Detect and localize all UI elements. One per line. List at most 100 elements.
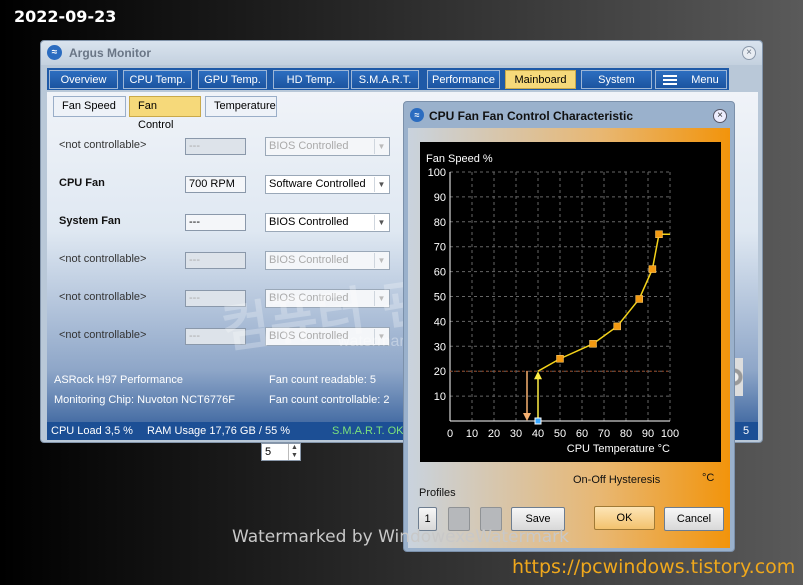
chevron-down-icon[interactable]: ▼ <box>374 177 388 192</box>
hysteresis-spinner[interactable]: 5 ▲ ▼ <box>261 443 301 461</box>
tab-gpu-temp[interactable]: GPU Temp. <box>198 70 267 89</box>
fan-mode-select[interactable]: BIOS Controlled ▼ <box>265 213 390 232</box>
tab-mainboard[interactable]: Mainboard <box>505 70 576 89</box>
tab-cpu-temp[interactable]: CPU Temp. <box>123 70 192 89</box>
x-tick-label: 70 <box>598 428 610 440</box>
tab-menu[interactable]: Menu <box>655 70 727 89</box>
x-tick-label: 10 <box>466 428 478 440</box>
fan-mode-value: Software Controlled <box>269 178 366 190</box>
fan-mode-select: BIOS Controlled ▼ <box>265 327 390 346</box>
tab-overview[interactable]: Overview <box>49 70 118 89</box>
chevron-down-icon: ▼ <box>374 253 388 268</box>
cpu-load: CPU Load 3,5 % <box>51 425 133 437</box>
fan-mode-value: BIOS Controlled <box>269 254 349 266</box>
dialog-body: 0 10 20 30 40 50 60 70 80 90 100 10 20 30 40 50 60 70 80 90… <box>408 128 730 548</box>
hysteresis-unit: °C <box>702 472 715 484</box>
x-tick-label: 0 <box>447 428 453 440</box>
hysteresis-label: On-Off Hysteresis <box>573 474 661 486</box>
x-tick-label: 60 <box>576 428 588 440</box>
fan-label: <not controllable> <box>59 329 147 341</box>
x-tick-label: 30 <box>510 428 522 440</box>
status-tail: 5 <box>743 425 750 437</box>
fan-mode-select[interactable]: Software Controlled ▼ <box>265 175 390 194</box>
profiles-label: Profiles <box>419 487 456 499</box>
fan-label: <not controllable> <box>59 139 147 151</box>
argus-logo-icon: ≈ <box>47 45 62 60</box>
fan-rpm-field: --- <box>185 328 246 345</box>
smart-status: S.M.A.R.T. OK <box>332 425 404 437</box>
x-axis-label: CPU Temperature °C <box>567 443 670 455</box>
x-tick-label: 20 <box>488 428 500 440</box>
menu-label: Menu <box>691 74 719 86</box>
title-bar[interactable]: ≈ Argus Monitor × <box>41 41 762 65</box>
y-tick-label: 90 <box>434 192 446 204</box>
fan-mode-select: BIOS Controlled ▼ <box>265 289 390 308</box>
current-point-marker <box>534 417 542 425</box>
dialog-title: CPU Fan Fan Control Characteristic <box>429 109 634 123</box>
x-tick-label: 80 <box>620 428 632 440</box>
x-tick-label: 40 <box>532 428 544 440</box>
y-tick-label: 10 <box>434 391 446 403</box>
fan-rpm-field: 700 RPM <box>185 176 246 193</box>
hysteresis-up-arrow <box>534 371 542 380</box>
fan-label: System Fan <box>59 215 121 227</box>
fan-mode-value: BIOS Controlled <box>269 292 349 304</box>
main-tab-bar: Overview CPU Temp. GPU Temp. HD Temp. S.… <box>47 68 729 90</box>
curve-point <box>655 230 663 238</box>
window-title: Argus Monitor <box>69 46 151 60</box>
fan-mode-value: BIOS Controlled <box>269 330 349 342</box>
argus-logo-icon: ≈ <box>410 108 424 122</box>
y-tick-label: 60 <box>434 267 446 279</box>
fan-rpm-field: --- <box>185 138 246 155</box>
date-stamp: 2022-09-23 <box>14 7 117 26</box>
close-icon[interactable]: × <box>713 109 727 123</box>
subtab-fan-speed[interactable]: Fan Speed <box>53 96 126 117</box>
y-tick-label: 70 <box>434 242 446 254</box>
fan-curve-svg[interactable]: 0 10 20 30 40 50 60 70 80 90 100 10 20 30 40 50 60 70 80 90… <box>420 142 721 462</box>
curve-point <box>613 322 621 331</box>
y-tick-label: 80 <box>434 217 446 229</box>
menu-icon <box>663 75 678 86</box>
tab-performance[interactable]: Performance <box>427 70 500 89</box>
tab-smart[interactable]: S.M.A.R.T. <box>351 70 419 89</box>
ok-button[interactable]: OK <box>594 506 655 530</box>
fan-rpm-field: --- <box>185 214 246 231</box>
ram-usage: RAM Usage 17,76 GB / 55 % <box>147 425 291 437</box>
curve-point <box>635 295 643 303</box>
fan-curve-line <box>537 233 670 372</box>
monitoring-chip: Monitoring Chip: Nuvoton NCT6776F <box>54 394 235 406</box>
fan-curve-chart[interactable]: 0 10 20 30 40 50 60 70 80 90 100 10 20 30 40 50 60 70 80 90… <box>420 142 721 462</box>
fan-label: CPU Fan <box>59 177 105 189</box>
fan-control-dialog: ≈ CPU Fan Fan Control Characteristic × 0… <box>403 101 735 552</box>
x-tick-label: 90 <box>642 428 654 440</box>
watermark-text: Watermarked by WindowexeWatermark <box>232 527 570 547</box>
fan-count-controllable: Fan count controllable: 2 <box>269 394 390 406</box>
x-tick-label: 100 <box>661 428 679 440</box>
close-icon[interactable]: × <box>742 46 756 60</box>
y-tick-label: 40 <box>434 316 446 328</box>
tab-hd-temp[interactable]: HD Temp. <box>273 70 349 89</box>
y-tick-label: 20 <box>434 366 446 378</box>
subtab-temperature[interactable]: Temperature <box>205 96 277 117</box>
spinner-arrows-icon[interactable]: ▲ ▼ <box>288 444 300 460</box>
fan-rpm-field: --- <box>185 252 246 269</box>
fan-label: <not controllable> <box>59 253 147 265</box>
curve-point <box>589 340 597 348</box>
fan-count-readable: Fan count readable: 5 <box>269 374 377 386</box>
cancel-button[interactable]: Cancel <box>664 507 724 531</box>
board-name: ASRock H97 Performance <box>54 374 183 386</box>
fan-mode-select: BIOS Controlled ▼ <box>265 251 390 270</box>
tab-system[interactable]: System <box>581 70 652 89</box>
fan-mode-select: BIOS Controlled ▼ <box>265 137 390 156</box>
y-tick-label: 50 <box>434 292 446 304</box>
chevron-down-icon[interactable]: ▼ <box>374 215 388 230</box>
subtab-fan-control[interactable]: Fan Control <box>129 96 201 131</box>
fan-rpm-field: --- <box>185 290 246 307</box>
fan-mode-value: BIOS Controlled <box>269 216 349 228</box>
chevron-down-icon: ▼ <box>374 139 388 154</box>
chevron-down-icon: ▼ <box>374 291 388 306</box>
hysteresis-down-arrow <box>523 413 531 421</box>
y-tick-label: 100 <box>428 167 446 179</box>
y-axis-label: Fan Speed % <box>426 153 493 165</box>
fan-mode-value: BIOS Controlled <box>269 140 349 152</box>
